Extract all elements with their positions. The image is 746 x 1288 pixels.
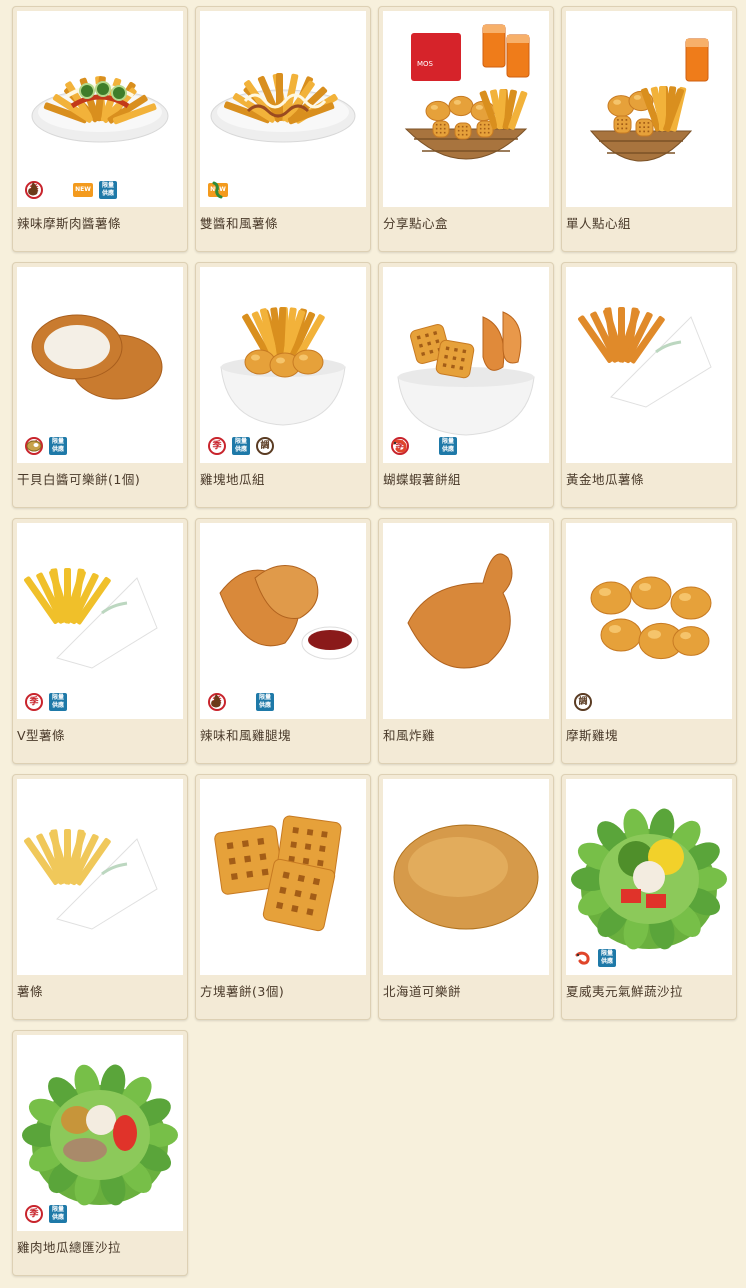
product-image[interactable] <box>566 267 732 463</box>
product-image[interactable] <box>566 11 732 207</box>
tune-badge-icon: 調 <box>574 693 592 711</box>
product-image[interactable]: 季限量供應 <box>200 523 366 719</box>
product-card[interactable]: 方塊薯餅(3個) <box>195 774 371 1020</box>
limited-badge-icon: 限量 供應 <box>99 181 117 199</box>
product-card[interactable]: 季限量 供應雞肉地瓜總匯沙拉 <box>12 1030 188 1276</box>
badge-row: 季NEW限量供應 <box>25 181 117 199</box>
svg-text:MOS: MOS <box>417 60 434 68</box>
tune-badge-icon: 調 <box>256 437 274 455</box>
product-name: V型薯條 <box>17 728 66 743</box>
product-name: 北海道可樂餅 <box>383 984 462 999</box>
product-image[interactable] <box>200 779 366 975</box>
product-name: 雞塊地瓜組 <box>200 472 266 487</box>
wasabi-icon <box>212 181 252 199</box>
product-card[interactable]: 季NEW限量供應辣味摩斯肉醬薯條 <box>12 6 188 252</box>
product-image[interactable]: 調 <box>566 523 732 719</box>
product-name: 夏威夷元氣鮮蔬沙拉 <box>566 984 684 999</box>
badge-row: 季限量供應 <box>208 693 274 711</box>
product-card[interactable]: 限量 供應夏威夷元氣鮮蔬沙拉 <box>561 774 737 1020</box>
product-image[interactable]: NEW <box>200 11 366 207</box>
product-card[interactable]: 調摩斯雞塊 <box>561 518 737 764</box>
badge-row: NEW <box>208 181 252 199</box>
product-image[interactable]: MOS <box>383 11 549 207</box>
badge-row: 限量 供應 <box>574 949 616 967</box>
product-name: 薯條 <box>17 984 44 999</box>
limited-badge-icon: 限量 供應 <box>49 1205 67 1223</box>
badge-row: 調 <box>574 693 592 711</box>
product-image[interactable]: 季限量供應 <box>17 523 183 719</box>
limited-badge-icon: 限量 供應 <box>439 437 457 455</box>
product-image[interactable] <box>383 523 549 719</box>
product-card[interactable]: 黃金地瓜薯條 <box>561 262 737 508</box>
product-name: 摩斯雞塊 <box>566 728 619 743</box>
spicy-icon <box>211 693 250 711</box>
season-badge-icon: 季 <box>208 437 226 455</box>
product-name: 單人點心組 <box>566 216 632 231</box>
product-card[interactable]: 季限量供應辣味和風雞腿塊 <box>195 518 371 764</box>
product-name: 蝴蝶蝦薯餅組 <box>383 472 462 487</box>
shrimp-icon <box>392 437 433 455</box>
limited-badge-icon: 限量 供應 <box>49 693 67 711</box>
product-image[interactable]: 季限量供應 <box>17 267 183 463</box>
potato-icon <box>26 437 91 455</box>
limited-badge-icon: 限量 供應 <box>256 693 274 711</box>
season-badge-icon: 季 <box>25 693 43 711</box>
product-image[interactable]: 限量 供應 <box>566 779 732 975</box>
product-card[interactable]: 薯條 <box>12 774 188 1020</box>
product-name: 分享點心盒 <box>383 216 449 231</box>
badge-row: 季限量供應 <box>25 437 91 455</box>
product-name: 黃金地瓜薯條 <box>566 472 645 487</box>
spicy-icon <box>28 181 67 199</box>
badge-row: 季限量供應 <box>25 1205 67 1223</box>
new-badge-icon: NEW <box>73 183 93 197</box>
product-name: 雞肉地瓜總匯沙拉 <box>17 1240 122 1255</box>
product-image[interactable]: 季限量供應 <box>383 267 549 463</box>
badge-row: 季限量 供應調 <box>208 437 274 455</box>
product-image[interactable] <box>17 779 183 975</box>
product-image[interactable]: 季限量供應 <box>17 1035 183 1231</box>
season-badge-icon: 季 <box>25 1205 43 1223</box>
limited-badge-icon: 限量 供應 <box>232 437 250 455</box>
product-name: 辣味和風雞腿塊 <box>200 728 292 743</box>
product-grid: 季NEW限量供應辣味摩斯肉醬薯條 NEW雙醬和風薯條MOS 分享點心盒 單人點心… <box>0 0 746 1276</box>
product-card[interactable]: MOS 分享點心盒 <box>378 6 554 252</box>
product-card[interactable]: 和風炸雞 <box>378 518 554 764</box>
product-card[interactable]: 季限量 供應蝴蝶蝦薯餅組 <box>378 262 554 508</box>
product-image[interactable]: 季NEW限量供應 <box>17 11 183 207</box>
product-image[interactable]: 季限量 供應調 <box>200 267 366 463</box>
badge-row: 季限量供應 <box>391 437 457 455</box>
product-card[interactable]: 季限量 供應 V型薯條 <box>12 518 188 764</box>
product-name: 方塊薯餅(3個) <box>200 984 285 999</box>
product-name: 和風炸雞 <box>383 728 436 743</box>
product-card[interactable]: 季限量 供應調雞塊地瓜組 <box>195 262 371 508</box>
badge-row: 季限量供應 <box>25 693 67 711</box>
limited-badge-icon: 限量 供應 <box>598 949 616 967</box>
product-card[interactable]: 單人點心組 <box>561 6 737 252</box>
product-card[interactable]: 季限量供應干貝白醬可樂餅(1個) <box>12 262 188 508</box>
shrimp-icon <box>574 949 592 967</box>
product-card[interactable]: NEW 雙醬和風薯條 <box>195 6 371 252</box>
product-name: 雙醬和風薯條 <box>200 216 279 231</box>
product-name: 干貝白醬可樂餅(1個) <box>17 472 141 487</box>
product-card[interactable]: 北海道可樂餅 <box>378 774 554 1020</box>
product-image[interactable] <box>383 779 549 975</box>
limited-badge-icon: 限量 供應 <box>49 437 67 455</box>
product-name: 辣味摩斯肉醬薯條 <box>17 216 122 231</box>
